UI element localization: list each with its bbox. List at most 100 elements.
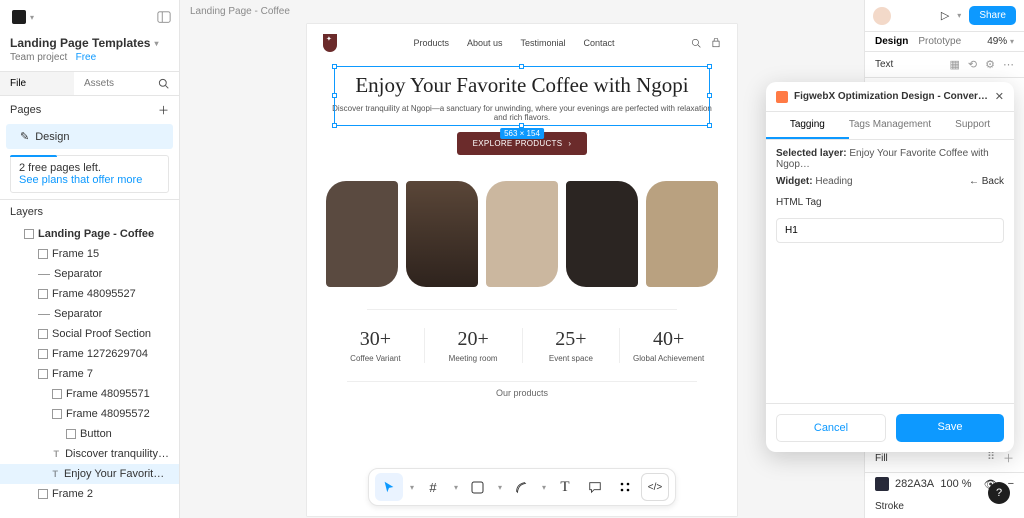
styles-icon[interactable]: ⠿ bbox=[987, 450, 995, 466]
fill-swatch[interactable] bbox=[875, 477, 889, 491]
tab-design[interactable]: Design bbox=[875, 36, 908, 47]
plugin-logo-icon bbox=[776, 91, 788, 103]
hero-subtitle: Discover tranquility at Ngopi—a sanctuar… bbox=[327, 104, 717, 122]
notice-link[interactable]: See plans that offer more bbox=[19, 174, 160, 186]
plan-badge[interactable]: Free bbox=[76, 52, 97, 63]
main-menu[interactable]: ▾ bbox=[8, 6, 38, 28]
share-button[interactable]: Share bbox=[969, 6, 1016, 25]
team-label[interactable]: Team project bbox=[10, 52, 67, 63]
layer-row[interactable]: Frame 48095527 bbox=[0, 284, 179, 304]
search-icon[interactable] bbox=[148, 72, 179, 95]
chevron-down-icon: ▾ bbox=[154, 39, 158, 48]
page-item-design[interactable]: ✎ Design bbox=[6, 124, 173, 149]
stat: 30+Coffee Variant bbox=[327, 328, 425, 363]
chevron-down-icon: ▾ bbox=[30, 13, 34, 22]
tab-prototype[interactable]: Prototype bbox=[918, 36, 961, 47]
chevron-down-icon[interactable]: ▾ bbox=[957, 11, 961, 20]
plugin-tab-support[interactable]: Support bbox=[931, 112, 1014, 139]
gallery-image bbox=[646, 181, 718, 287]
project-title[interactable]: Landing Page Templates ▾ bbox=[10, 36, 169, 50]
toolbar: ▾ # ▾ ▾ ▾ T </> bbox=[368, 468, 676, 506]
actions-tool[interactable] bbox=[611, 473, 639, 501]
layer-row[interactable]: Frame 1272629704 bbox=[0, 344, 179, 364]
pen-tool[interactable] bbox=[507, 473, 535, 501]
stat: 40+Global Achievement bbox=[620, 328, 717, 363]
eyedropper-icon: ✎ bbox=[20, 130, 29, 143]
search-icon[interactable] bbox=[691, 38, 701, 48]
html-tag-input[interactable] bbox=[776, 218, 1004, 243]
selected-layer-label: Selected layer: bbox=[776, 148, 847, 159]
file-tab[interactable]: File bbox=[0, 72, 74, 95]
layer-row[interactable]: Frame 15 bbox=[0, 244, 179, 264]
layer-row[interactable]: Frame 7 bbox=[0, 364, 179, 384]
nav-link[interactable]: About us bbox=[467, 38, 503, 48]
cart-icon[interactable] bbox=[711, 38, 721, 48]
plugin-panel: FigwebX Optimization Design - Convert Fi… bbox=[766, 82, 1014, 452]
shape-tool[interactable] bbox=[463, 473, 491, 501]
gallery-image bbox=[566, 181, 638, 287]
text-tool[interactable]: T bbox=[551, 473, 579, 501]
layer-row[interactable]: Frame 2 bbox=[0, 484, 179, 504]
fill-opacity[interactable]: 100 % bbox=[940, 478, 971, 490]
section-heading: Our products bbox=[347, 381, 697, 398]
comment-tool[interactable] bbox=[581, 473, 609, 501]
canvas-tab-label[interactable]: Landing Page - Coffee bbox=[190, 6, 290, 17]
tool-chevron[interactable]: ▾ bbox=[537, 473, 549, 501]
widget-value: Heading bbox=[815, 176, 852, 187]
html-tag-label: HTML Tag bbox=[776, 197, 1004, 208]
tool-chevron[interactable]: ▾ bbox=[449, 473, 461, 501]
plugin-tab-management[interactable]: Tags Management bbox=[849, 112, 932, 139]
zoom-level[interactable]: 49% ▾ bbox=[987, 36, 1014, 47]
pages-heading: Pages bbox=[10, 104, 41, 116]
fill-hex[interactable]: 282A3A bbox=[895, 478, 934, 490]
upgrade-notice: 2 free pages left. See plans that offer … bbox=[10, 155, 169, 193]
layer-row[interactable]: TDiscover tranquility at Ngopi bbox=[0, 444, 179, 464]
plugin-title: FigwebX Optimization Design - Convert Fi… bbox=[794, 91, 989, 102]
dev-mode-toggle[interactable]: </> bbox=[641, 473, 669, 501]
more-icon[interactable]: ⋯ bbox=[1003, 58, 1014, 71]
figma-logo-icon bbox=[12, 10, 26, 24]
layer-row[interactable]: Separator bbox=[0, 304, 179, 324]
stat: 25+Event space bbox=[523, 328, 621, 363]
layer-row[interactable]: Social Proof Section bbox=[0, 324, 179, 344]
canvas[interactable]: Landing Page - Coffee Products About us Te… bbox=[180, 0, 864, 518]
plugin-tab-tagging[interactable]: Tagging bbox=[766, 112, 849, 139]
tool-chevron[interactable]: ▾ bbox=[493, 473, 505, 501]
hero-title[interactable]: Enjoy Your Favorite Coffee with Ngopi bbox=[327, 72, 717, 98]
page-item-label: Design bbox=[35, 131, 69, 143]
add-page-icon[interactable]: ＋ bbox=[158, 102, 169, 118]
frame-tool[interactable]: # bbox=[419, 473, 447, 501]
layer-row[interactable]: Frame 48095571 bbox=[0, 384, 179, 404]
layer-row[interactable]: Separator bbox=[0, 264, 179, 284]
left-panel: ▾ Landing Page Templates ▾ Team project … bbox=[0, 0, 180, 518]
arrow-right-icon: › bbox=[568, 139, 571, 148]
site-nav: Products About us Testimonial Contact bbox=[413, 38, 614, 48]
close-icon[interactable]: ✕ bbox=[995, 90, 1004, 103]
layers-heading: Layers bbox=[10, 206, 43, 218]
stat: 20+Meeting room bbox=[425, 328, 523, 363]
avatar[interactable] bbox=[873, 7, 891, 25]
link-icon[interactable]: ⟲ bbox=[968, 58, 977, 71]
present-icon[interactable]: ▷ bbox=[941, 9, 949, 22]
layer-row[interactable]: Landing Page - Coffee bbox=[0, 224, 179, 244]
move-tool[interactable] bbox=[375, 473, 403, 501]
help-icon[interactable]: ? bbox=[988, 482, 1010, 504]
nav-link[interactable]: Testimonial bbox=[521, 38, 566, 48]
cancel-button[interactable]: Cancel bbox=[776, 414, 886, 442]
grid-icon[interactable]: ▦ bbox=[950, 58, 960, 71]
back-button[interactable]: ← Back bbox=[969, 176, 1004, 187]
layer-row[interactable]: Button bbox=[0, 424, 179, 444]
artboard: Products About us Testimonial Contact Enjoy… bbox=[307, 24, 737, 516]
nav-link[interactable]: Contact bbox=[584, 38, 615, 48]
gallery-image bbox=[486, 181, 558, 287]
add-fill-icon[interactable]: ＋ bbox=[1003, 450, 1014, 466]
nav-link[interactable]: Products bbox=[413, 38, 449, 48]
layer-row[interactable]: Frame 48095572 bbox=[0, 404, 179, 424]
settings-icon[interactable]: ⚙ bbox=[985, 58, 995, 71]
panel-toggle-icon[interactable] bbox=[157, 10, 171, 24]
layer-row[interactable]: TEnjoy Your Favorite Coffee w bbox=[0, 464, 179, 484]
tool-chevron[interactable]: ▾ bbox=[405, 473, 417, 501]
save-button[interactable]: Save bbox=[896, 414, 1004, 442]
selection-dimensions: 563 × 154 bbox=[500, 128, 544, 139]
assets-tab[interactable]: Assets bbox=[74, 72, 148, 95]
